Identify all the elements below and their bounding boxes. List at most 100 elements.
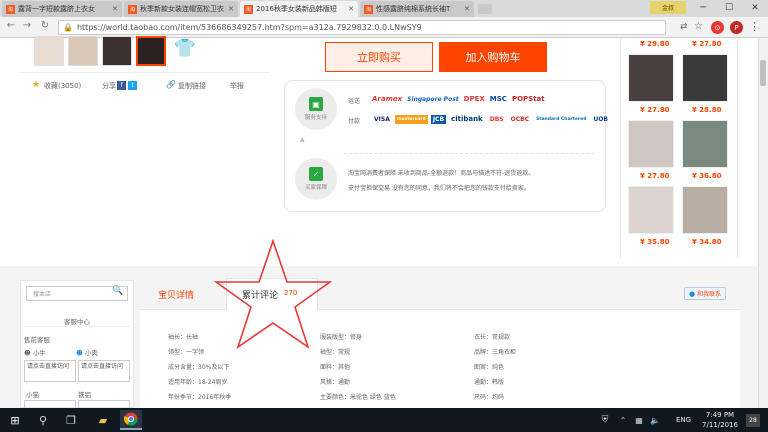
tab-details[interactable]: 宝贝详情 — [158, 288, 194, 301]
divider — [24, 326, 130, 327]
link-icon: 🔗 — [166, 80, 176, 89]
product-price: ¥ 35.80 — [640, 238, 670, 246]
browser-tab-1[interactable]: 淘 露背一字短款露脐上衣女 ✕ — [2, 1, 122, 17]
reload-icon[interactable]: ↻ — [38, 20, 52, 31]
notification-icon[interactable]: 28 — [746, 414, 760, 427]
product-thumbnail-selected[interactable] — [136, 36, 166, 66]
service-support-label: 服务支持 — [304, 115, 327, 121]
shipping-logo: Aramex — [372, 95, 403, 103]
browser-tab-4[interactable]: 淘 性感露脐纯棉系统长袖T ✕ — [360, 1, 474, 17]
buyer-protection-badge: ✓ 买家保障 — [295, 158, 337, 200]
language-indicator[interactable]: ENG — [676, 416, 691, 424]
shipping-logo: DPEX — [463, 95, 485, 103]
attribute: 成分含量：30%及以下 — [168, 364, 230, 371]
attribute: 年份季节：2016年秋季 — [168, 394, 232, 401]
url-input[interactable]: 🔒 https://world.taobao.com/item/53668634… — [58, 20, 666, 35]
contact-button[interactable]: ● 和我联系 — [684, 287, 727, 300]
twitter-icon[interactable]: t — [128, 81, 137, 90]
product-image[interactable] — [628, 186, 674, 234]
user-icon: ☻ — [24, 349, 31, 357]
product-image[interactable] — [682, 186, 728, 234]
translate-icon[interactable]: ⇄ — [680, 22, 688, 32]
product-thumbnail[interactable] — [68, 36, 98, 66]
shipping-label: 运送 — [348, 98, 361, 105]
taobao-favicon-icon: 淘 — [128, 4, 137, 14]
agent-item[interactable]: ☻ 小牛 — [24, 347, 46, 357]
facebook-icon[interactable]: f — [117, 81, 126, 90]
task-view-icon[interactable]: ❐ — [60, 410, 82, 430]
volume-icon[interactable]: 🔈 — [644, 410, 666, 430]
payment-logo: mastercard — [394, 115, 428, 124]
product-price: ¥ 29.80 — [640, 40, 670, 48]
product-image[interactable] — [628, 54, 674, 102]
scrollbar[interactable] — [758, 38, 768, 408]
buyer-protection-label: 买家保障 — [304, 185, 327, 191]
agent-item[interactable]: ☻ 小肉 — [76, 347, 98, 357]
product-image[interactable] — [682, 54, 728, 102]
annotation-star — [214, 238, 332, 349]
buy-now-button[interactable]: 立即购买 — [325, 42, 433, 72]
contact-label: 和我联系 — [697, 291, 722, 298]
chrome-logo-icon — [124, 412, 138, 426]
tab-title: 性感露脐纯棉系统长袖T — [376, 5, 451, 13]
contact-link[interactable]: 请点击直接访问 — [24, 360, 76, 382]
favorite-link[interactable]: 收藏(3050) — [44, 81, 81, 91]
close-icon[interactable]: ✕ — [228, 5, 234, 13]
menu-icon[interactable]: ⋮ — [749, 20, 760, 33]
payment-logo: OCBC — [510, 116, 530, 123]
payment-logo: DBS — [489, 116, 504, 123]
lock-icon: 🔒 — [63, 23, 73, 32]
star-icon[interactable]: ☆ — [694, 21, 703, 32]
forward-icon[interactable]: → — [20, 20, 34, 31]
star-icon: ★ — [32, 80, 41, 90]
maximize-icon[interactable]: ☐ — [716, 0, 742, 15]
scrollbar-thumb[interactable] — [760, 60, 766, 86]
browser-tab-2[interactable]: 淘 秋季新款女装连帽宽松卫衣 ✕ — [124, 1, 238, 17]
tab-title: 秋季新款女装连帽宽松卫衣 — [140, 5, 224, 13]
agent-name: 铁铝 — [78, 391, 91, 399]
extension-icon[interactable]: ⊙ — [711, 21, 724, 34]
notification-count: 28 — [749, 417, 757, 424]
presale-title: 售前客服 — [24, 336, 50, 344]
browser-tab-3[interactable]: 淘 2016秋季女装新品韩版短 ✕ — [240, 1, 358, 17]
search-icon[interactable]: ⚲ — [32, 410, 54, 430]
pinterest-icon[interactable]: P — [730, 21, 743, 34]
close-icon[interactable]: ✕ — [348, 5, 354, 13]
payment-logos: VISA mastercard JCB citibank DBS OCBC St… — [372, 115, 613, 124]
product-image[interactable] — [628, 120, 674, 168]
user-icon: ☻ — [76, 349, 83, 357]
product-price: ¥ 28.80 — [692, 106, 722, 114]
chrome-icon[interactable] — [120, 410, 142, 430]
taobao-favicon-icon: 淘 — [364, 4, 373, 14]
file-explorer-icon[interactable]: ▰ — [92, 410, 114, 430]
attribute: 风格：通勤 — [320, 379, 351, 386]
windows-start-icon[interactable]: ⊞ — [4, 410, 26, 430]
service-center-text: 客服中心 — [64, 318, 90, 326]
clock[interactable]: 7:49 PM 7/11/2016 — [700, 410, 740, 430]
shipping-logos: Aramex Singapore Post DPEX MSC POPStat — [372, 95, 550, 103]
product-thumbnail[interactable] — [102, 36, 132, 66]
back-icon[interactable]: ← — [4, 20, 18, 31]
new-tab-button[interactable] — [478, 4, 492, 14]
report-link[interactable]: 举报 — [230, 81, 244, 91]
copy-link[interactable]: 复制链接 — [178, 81, 206, 91]
guarantee-line-1: 淘宝网消费者保障 未收到商品-全额退款！商品与描述不符-退货退款。 — [348, 170, 535, 177]
close-window-icon[interactable]: ✕ — [742, 0, 768, 15]
contact-link[interactable] — [78, 400, 130, 408]
close-icon[interactable]: ✕ — [112, 5, 118, 13]
service-center-title: 客服中心 — [26, 316, 128, 326]
minimize-icon[interactable]: ─ — [690, 0, 716, 15]
tab-title: 露背一字短款露脐上衣女 — [18, 5, 95, 13]
close-icon[interactable]: ✕ — [464, 5, 470, 13]
contact-link[interactable] — [24, 400, 76, 408]
contact-link[interactable]: 请点击直接访问 — [78, 360, 130, 382]
profile-button[interactable]: 金叔 — [650, 1, 686, 14]
add-to-cart-button[interactable]: 加入购物车 — [439, 42, 547, 72]
shipping-logo: MSC — [489, 95, 507, 103]
product-thumbnail[interactable] — [34, 36, 64, 66]
search-icon[interactable]: 🔍 — [112, 286, 123, 296]
agent-name: 小猫 — [26, 391, 39, 399]
star-outline — [214, 238, 332, 349]
product-image[interactable] — [682, 120, 728, 168]
clock-time: 7:49 PM — [705, 411, 735, 419]
